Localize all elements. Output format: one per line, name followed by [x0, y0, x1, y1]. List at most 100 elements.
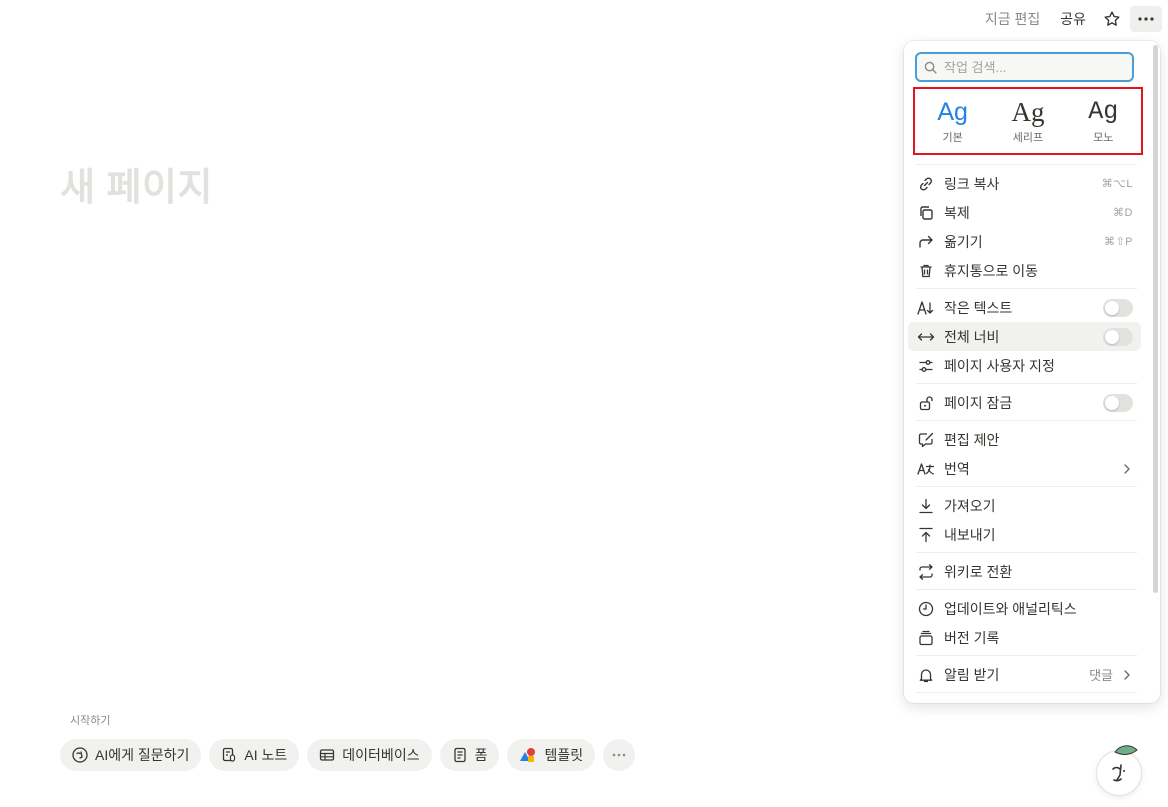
- menu-item-label: 번역: [944, 460, 970, 477]
- page-lock-toggle[interactable]: [1103, 393, 1133, 412]
- menu-item-translate[interactable]: 번역: [908, 454, 1141, 483]
- link-icon: [917, 175, 935, 193]
- ai-face-icon: [72, 747, 88, 763]
- bell-icon: [917, 666, 935, 684]
- menu-item-lock[interactable]: 페이지 잠금: [908, 388, 1141, 417]
- menu-item-suggest-edits[interactable]: 편집 제안: [908, 425, 1141, 454]
- shortcut: ⌘D: [1113, 207, 1133, 219]
- action-search-input[interactable]: [944, 59, 1114, 75]
- font-option-serif[interactable]: Ag 세리프: [998, 97, 1058, 145]
- menu-item-label: 복제: [944, 204, 970, 221]
- convert-arrows-icon: [917, 563, 935, 581]
- connect-icon: [917, 703, 935, 704]
- ask-ai-chip[interactable]: AI에게 질문하기: [60, 739, 202, 771]
- divider: [916, 383, 1137, 384]
- divider: [916, 420, 1137, 421]
- divider: [916, 589, 1137, 590]
- star-icon: [1104, 11, 1120, 26]
- chip-label: 템플릿: [544, 747, 584, 763]
- menu-item-turn-into-wiki[interactable]: 위키로 전환: [908, 557, 1141, 586]
- divider: [916, 288, 1137, 289]
- template-chip[interactable]: 템플릿: [507, 739, 596, 771]
- share-button[interactable]: 공유: [1052, 5, 1094, 33]
- menu-item-customize[interactable]: 페이지 사용자 지정: [908, 351, 1141, 380]
- menu-item-label: 휴지통으로 이동: [944, 262, 1039, 279]
- menu-item-trash[interactable]: 휴지통으로 이동: [908, 256, 1141, 285]
- menu-item-notifications[interactable]: 알림 받기 댓글: [908, 660, 1141, 689]
- chip-label: AI 노트: [244, 747, 288, 763]
- menu-item-move[interactable]: 옮기기 ⌘⇧P: [908, 227, 1141, 256]
- shortcut: ⌘⌥L: [1101, 178, 1133, 190]
- font-style-selector: Ag 기본 Ag 세리프 Ag 모노: [913, 87, 1143, 155]
- menu-item-label: 내보내기: [944, 526, 996, 543]
- menu-item-copy-link[interactable]: 링크 복사 ⌘⌥L: [908, 169, 1141, 198]
- more-chips-button[interactable]: [603, 739, 636, 771]
- menu-item-label: 작은 텍스트: [944, 299, 1013, 316]
- menu-item-label: 링크 복사: [944, 175, 1000, 192]
- font-option-mono[interactable]: Ag 모노: [1073, 97, 1133, 145]
- move-arrow-icon: [917, 233, 935, 251]
- clock-icon: [917, 600, 935, 618]
- font-name: 기본: [942, 132, 963, 144]
- more-horizontal-icon: [1138, 17, 1154, 21]
- menu-item-label: 버전 기록: [944, 629, 1000, 646]
- chevron-right-icon: [1124, 669, 1130, 680]
- favorite-star-button[interactable]: [1098, 6, 1126, 32]
- menu-item-updates-analytics[interactable]: 업데이트와 애널리틱스: [908, 594, 1141, 623]
- full-width-icon: [917, 328, 935, 346]
- ai-note-icon: [223, 747, 236, 762]
- menu-item-full-width[interactable]: 전체 너비: [908, 322, 1141, 351]
- menu-item-export[interactable]: 내보내기: [908, 520, 1141, 549]
- full-width-toggle[interactable]: [1103, 327, 1133, 346]
- small-text-icon: [917, 299, 935, 317]
- menu-item-label: 가져오기: [944, 497, 996, 514]
- menu-item-duplicate[interactable]: 복제 ⌘D: [908, 198, 1141, 227]
- notion-page: 지금 편집 공유 새 페이지 시작하기 AI에게 질문하기 AI 노트 데이터베…: [0, 0, 1168, 807]
- database-chip[interactable]: 데이터베이스: [307, 739, 432, 771]
- ai-face-icon: [1112, 764, 1125, 782]
- last-edited-label: 지금 편집: [984, 11, 1041, 27]
- font-preview: Ag: [937, 98, 968, 126]
- font-option-default[interactable]: Ag 기본: [923, 97, 983, 145]
- page-title[interactable]: 새 페이지: [60, 156, 213, 211]
- action-search-field[interactable]: [915, 52, 1134, 82]
- font-name: 세리프: [1012, 132, 1044, 144]
- font-preview: Ag: [1088, 97, 1119, 126]
- chip-label: 데이터베이스: [342, 747, 420, 763]
- duplicate-icon: [917, 204, 935, 222]
- font-preview: Ag: [1011, 97, 1045, 127]
- suggest-edit-icon: [917, 431, 935, 449]
- trash-icon: [917, 262, 935, 280]
- small-text-toggle[interactable]: [1103, 298, 1133, 317]
- divider: [916, 164, 1137, 165]
- menu-item-import[interactable]: 가져오기: [908, 491, 1141, 520]
- menu-item-label: 알림 받기: [944, 666, 1000, 683]
- menu-item-label: 편집 제안: [944, 431, 1000, 448]
- menu-item-version-history[interactable]: 버전 기록: [908, 623, 1141, 652]
- sliders-icon: [917, 357, 935, 375]
- menu-item-label: 전체 너비: [944, 328, 1000, 345]
- menu-item-label: 옮기기: [944, 233, 983, 250]
- start-section-label: 시작하기: [70, 715, 111, 727]
- menu-item-label: 페이지 잠금: [944, 394, 1013, 411]
- chevron-right-icon: [1124, 463, 1130, 474]
- divider: [916, 552, 1137, 553]
- version-history-icon: [917, 629, 935, 647]
- menu-scrollbar[interactable]: [1153, 45, 1158, 593]
- divider: [916, 692, 1137, 693]
- page-options-menu: Ag 기본 Ag 세리프 Ag 모노 링크 복사 ⌘⌥L 복제 ⌘D: [904, 41, 1160, 703]
- top-bar: 지금 편집 공유: [977, 6, 1162, 32]
- export-icon: [917, 526, 935, 544]
- chip-label: AI에게 질문하기: [95, 747, 190, 763]
- menu-item-small-text[interactable]: 작은 텍스트: [908, 293, 1141, 322]
- font-name: 모노: [1093, 132, 1114, 144]
- menu-items: 링크 복사 ⌘⌥L 복제 ⌘D 옮기기 ⌘⇧P 휴지통으로 이동 작은 텍스트: [908, 161, 1141, 703]
- leaf-icon: [1114, 745, 1138, 755]
- more-options-button[interactable]: [1130, 6, 1162, 32]
- menu-item-label: 위키로 전환: [944, 563, 1013, 580]
- shortcut: ⌘⇧P: [1103, 236, 1133, 248]
- ai-note-chip[interactable]: AI 노트: [209, 739, 300, 771]
- form-chip[interactable]: 폼: [439, 739, 500, 771]
- menu-item-cutoff: [908, 697, 1141, 703]
- form-icon: [453, 747, 466, 763]
